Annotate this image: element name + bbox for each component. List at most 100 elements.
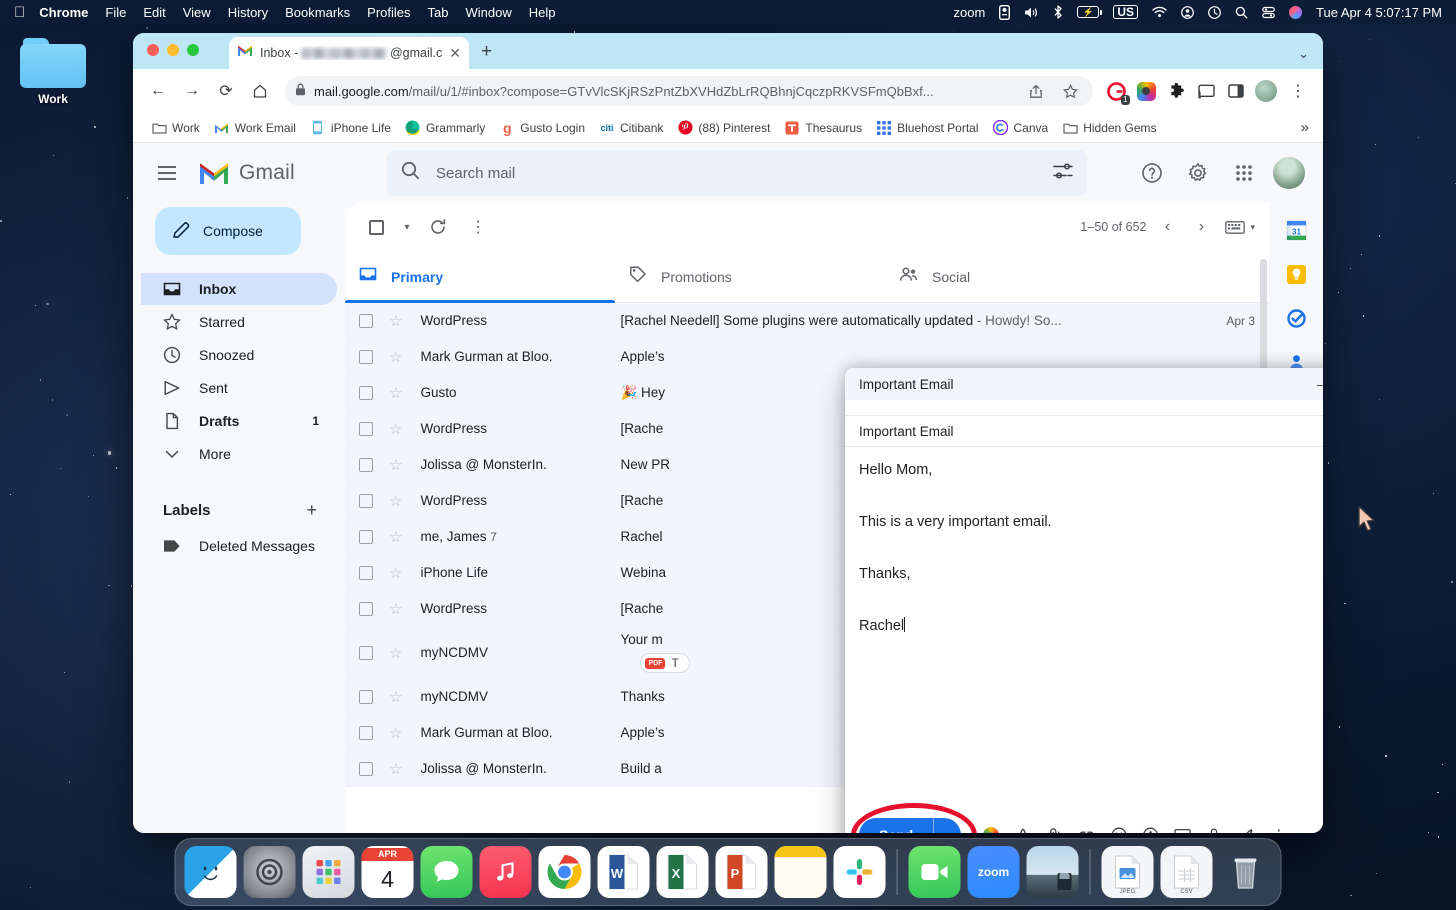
- reload-button[interactable]: ⟳: [211, 76, 241, 106]
- menubar-zoom-label[interactable]: zoom: [954, 5, 986, 20]
- dock-item-calendar[interactable]: APR 4: [361, 846, 414, 898]
- dock-item-messages[interactable]: [420, 846, 473, 898]
- star-icon[interactable]: ☆: [389, 420, 402, 438]
- star-icon[interactable]: ☆: [389, 312, 402, 330]
- bookmark-star-icon[interactable]: [1057, 78, 1083, 104]
- sidebar-item-inbox[interactable]: Inbox: [141, 273, 337, 305]
- compose-body-editor[interactable]: Hello Mom, This is a very important emai…: [845, 447, 1323, 808]
- back-button[interactable]: ←: [143, 76, 173, 106]
- star-icon[interactable]: ☆: [389, 760, 402, 778]
- apple-menu-icon[interactable]: : [14, 5, 25, 20]
- input-source-indicator[interactable]: US: [1113, 5, 1139, 19]
- volume-icon[interactable]: [1024, 6, 1039, 19]
- dock-item-csv-file[interactable]: CSV: [1160, 846, 1213, 898]
- star-icon[interactable]: ☆: [389, 528, 402, 546]
- attachment-chip[interactable]: PDF T: [640, 653, 690, 674]
- star-icon[interactable]: ☆: [389, 492, 402, 510]
- sidebar-item-sent[interactable]: Sent: [141, 372, 337, 404]
- browser-tab-gmail[interactable]: Inbox - @gmail.c ✕: [229, 37, 469, 69]
- dock-item-trash[interactable]: [1220, 846, 1272, 898]
- close-tab-icon[interactable]: ✕: [449, 45, 461, 62]
- create-label-plus-icon[interactable]: +: [306, 500, 317, 521]
- menu-tab[interactable]: Tab: [428, 5, 449, 20]
- more-options-icon[interactable]: ⋮: [1263, 819, 1295, 833]
- select-all-caret-icon[interactable]: ▾: [399, 210, 415, 244]
- search-input[interactable]: Search mail: [436, 165, 1037, 182]
- row-checkbox[interactable]: [359, 457, 373, 472]
- dock-item-word[interactable]: W: [597, 846, 650, 898]
- bookmark-bluehost[interactable]: Bluehost Portal: [870, 117, 984, 139]
- account-avatar[interactable]: [1273, 157, 1305, 189]
- bookmark-canva[interactable]: Canva: [987, 117, 1055, 139]
- address-bar[interactable]: mail.google.com/mail/u/1/#inbox?compose=…: [285, 76, 1093, 106]
- menu-bookmarks[interactable]: Bookmarks: [285, 5, 350, 20]
- dock-item-notes[interactable]: [774, 846, 827, 898]
- control-center-icon[interactable]: [1262, 6, 1275, 19]
- bookmarks-overflow-button[interactable]: »: [1301, 119, 1311, 136]
- star-icon[interactable]: ☆: [389, 724, 402, 742]
- google-apps-grid-icon[interactable]: [1227, 156, 1261, 190]
- star-icon[interactable]: ☆: [389, 564, 402, 582]
- row-checkbox[interactable]: [359, 493, 373, 508]
- compose-header[interactable]: Important Email – ⤡ ✕: [845, 368, 1323, 400]
- account-icon[interactable]: [1181, 5, 1194, 19]
- text-format-icon[interactable]: [1007, 819, 1039, 833]
- menu-file[interactable]: File: [105, 5, 126, 20]
- gmail-logo[interactable]: Gmail: [197, 160, 377, 186]
- bookmark-gusto[interactable]: g Gusto Login: [493, 117, 591, 139]
- insert-photo-icon[interactable]: [1167, 819, 1199, 833]
- menubar-clock[interactable]: Tue Apr 4 5:07:17 PM: [1316, 5, 1442, 20]
- dock-item-music[interactable]: [479, 846, 532, 898]
- tab-promotions[interactable]: Promotions: [615, 251, 885, 302]
- insert-emoji-icon[interactable]: [1103, 819, 1135, 833]
- siri-icon[interactable]: [1289, 5, 1303, 19]
- row-checkbox[interactable]: [359, 565, 373, 580]
- insert-link-icon[interactable]: [1071, 819, 1103, 833]
- minimize-window-button[interactable]: [167, 44, 179, 56]
- dock-item-finder[interactable]: [184, 846, 237, 898]
- sidepanel-icon[interactable]: [1223, 78, 1249, 104]
- row-checkbox[interactable]: [359, 529, 373, 544]
- row-checkbox[interactable]: [359, 761, 373, 776]
- cast-icon[interactable]: [1193, 78, 1219, 104]
- menu-view[interactable]: View: [183, 5, 211, 20]
- bookmark-hidden-gems[interactable]: Hidden Gems: [1056, 117, 1162, 139]
- tab-search-chevron-down-icon[interactable]: ⌄: [1298, 46, 1309, 62]
- dock-item-slack[interactable]: [833, 846, 886, 898]
- bookmark-thesaurus[interactable]: Thesaurus: [778, 117, 868, 139]
- share-icon[interactable]: [1023, 78, 1049, 104]
- formatting-color-icon[interactable]: [975, 819, 1007, 833]
- compose-button[interactable]: Compose: [155, 207, 301, 255]
- keyboard-icon[interactable]: [1222, 210, 1248, 244]
- compose-subject-field[interactable]: Important Email: [845, 416, 1323, 447]
- tab-primary[interactable]: Primary: [345, 251, 615, 303]
- bookmark-work-email[interactable]: Work Email: [208, 117, 302, 139]
- insert-drive-icon[interactable]: [1135, 819, 1167, 833]
- dock-item-facetime[interactable]: [908, 846, 961, 898]
- more-vertical-icon[interactable]: ⋮: [461, 210, 495, 244]
- row-checkbox[interactable]: [359, 725, 373, 740]
- send-button[interactable]: Send ▾: [859, 818, 961, 833]
- new-tab-button[interactable]: +: [481, 41, 492, 63]
- row-checkbox[interactable]: [359, 385, 373, 400]
- keyboard-caret-icon[interactable]: ▾: [1250, 222, 1255, 233]
- dock-item-excel[interactable]: X: [656, 846, 709, 898]
- row-checkbox[interactable]: [359, 421, 373, 436]
- star-icon[interactable]: ☆: [389, 456, 402, 474]
- grammarly-ext-icon[interactable]: 1: [1103, 78, 1130, 105]
- spotlight-icon[interactable]: [1235, 6, 1248, 19]
- star-icon[interactable]: ☆: [389, 348, 402, 366]
- minimize-compose-icon[interactable]: –: [1317, 377, 1323, 392]
- confidential-mode-icon[interactable]: [1199, 819, 1231, 833]
- menu-window[interactable]: Window: [466, 5, 512, 20]
- row-checkbox[interactable]: [359, 349, 373, 364]
- menu-history[interactable]: History: [228, 5, 268, 20]
- menu-profiles[interactable]: Profiles: [367, 5, 410, 20]
- time-machine-icon[interactable]: [1208, 5, 1221, 19]
- star-icon[interactable]: ☆: [389, 644, 402, 662]
- star-icon[interactable]: ☆: [389, 600, 402, 618]
- prev-page-button[interactable]: ‹: [1154, 210, 1180, 244]
- signature-icon[interactable]: [1231, 819, 1263, 833]
- dock-item-system-settings[interactable]: [243, 846, 296, 898]
- star-icon[interactable]: ☆: [389, 688, 402, 706]
